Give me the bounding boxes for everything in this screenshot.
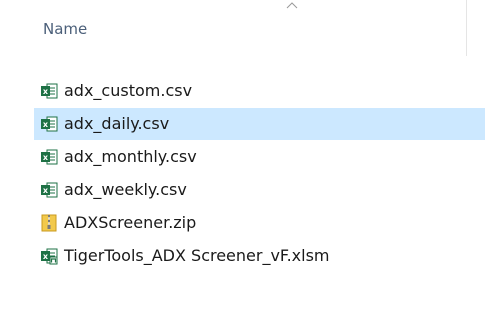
file-name: adx_monthly.csv (64, 147, 197, 166)
file-explorer: Name x adx_custom.csv x adx_daily.csv x … (0, 0, 485, 321)
excel-csv-icon: x (41, 149, 58, 165)
excel-csv-icon: x (41, 83, 58, 99)
svg-text:x: x (43, 186, 49, 195)
svg-text:x: x (43, 153, 49, 162)
file-name: adx_weekly.csv (64, 180, 187, 199)
file-name: adx_daily.csv (64, 114, 170, 133)
sort-ascending-icon[interactable] (286, 1, 298, 9)
file-row-adx-weekly[interactable]: x adx_weekly.csv (34, 174, 485, 206)
file-name: ADXScreener.zip (64, 213, 197, 232)
svg-text:x: x (43, 252, 49, 261)
column-header: Name (0, 0, 485, 58)
name-column-header[interactable]: Name (43, 20, 87, 38)
file-row-adx-daily[interactable]: x adx_daily.csv (34, 108, 485, 140)
file-row-adxscreener-zip[interactable]: ADXScreener.zip (34, 207, 485, 239)
file-row-tigertools-xlsm[interactable]: x TigerTools_ADX Screener_vF.xlsm (34, 240, 485, 272)
excel-macro-icon: x (41, 248, 58, 265)
file-row-adx-monthly[interactable]: x adx_monthly.csv (34, 141, 485, 173)
excel-csv-icon: x (41, 116, 58, 132)
file-row-adx-custom[interactable]: x adx_custom.csv (34, 75, 485, 107)
zip-folder-icon (41, 214, 57, 232)
file-name: adx_custom.csv (64, 81, 193, 100)
column-divider[interactable] (466, 0, 467, 56)
excel-csv-icon: x (41, 182, 58, 198)
svg-text:x: x (43, 87, 49, 96)
svg-text:x: x (43, 120, 49, 129)
file-name: TigerTools_ADX Screener_vF.xlsm (64, 246, 330, 265)
